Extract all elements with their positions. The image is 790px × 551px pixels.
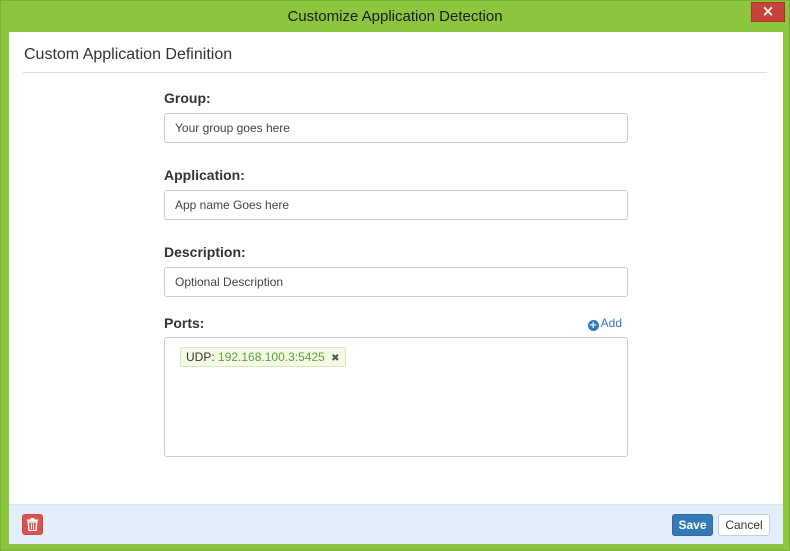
plus-circle-icon: + bbox=[587, 320, 599, 331]
application-label: Application: bbox=[164, 167, 245, 183]
add-port-label: Add bbox=[600, 316, 622, 330]
dialog-content: Custom Application Definition Group: App… bbox=[9, 32, 783, 544]
panel-title: Custom Application Definition bbox=[24, 46, 233, 63]
group-label: Group: bbox=[164, 90, 211, 106]
add-port-link[interactable]: + Add bbox=[587, 316, 622, 331]
window-title: Customize Application Detection bbox=[287, 8, 503, 25]
description-label: Description: bbox=[164, 244, 246, 260]
description-input[interactable] bbox=[164, 267, 628, 297]
cancel-button[interactable]: Cancel bbox=[718, 514, 770, 536]
application-input[interactable] bbox=[164, 190, 628, 220]
port-protocol: UDP: bbox=[186, 350, 215, 364]
remove-port-icon[interactable]: ✖ bbox=[331, 353, 339, 364]
ports-label: Ports: bbox=[164, 315, 205, 331]
ports-box[interactable]: UDP: 192.168.100.3:5425 ✖ bbox=[164, 337, 628, 457]
close-icon: × bbox=[761, 2, 775, 20]
close-button[interactable]: × bbox=[751, 2, 785, 22]
save-button[interactable]: Save bbox=[672, 514, 713, 536]
dialog-footer: Save Cancel bbox=[9, 504, 783, 544]
panel-header: Custom Application Definition bbox=[23, 32, 767, 73]
dialog-window: Customize Application Detection × Custom… bbox=[0, 0, 790, 551]
port-address: 192.168.100.3:5425 bbox=[218, 350, 325, 364]
group-input[interactable] bbox=[164, 113, 628, 143]
trash-icon bbox=[27, 518, 38, 531]
port-tag: UDP: 192.168.100.3:5425 ✖ bbox=[180, 347, 346, 367]
delete-button[interactable] bbox=[22, 514, 43, 535]
